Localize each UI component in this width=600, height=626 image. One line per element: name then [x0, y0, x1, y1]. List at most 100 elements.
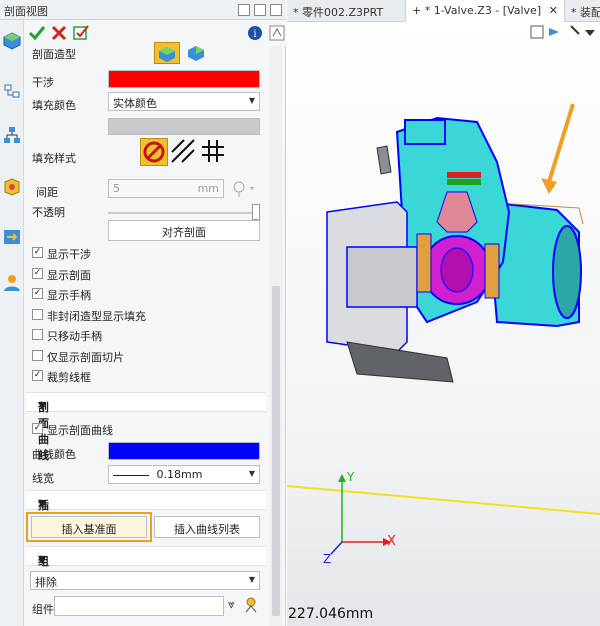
panel-scrollbar[interactable] — [270, 46, 282, 626]
hatch-icon — [171, 139, 195, 163]
opacity-label: 不透明 — [32, 206, 65, 219]
component-mode-dropdown[interactable]: 排除 ▼ — [30, 571, 260, 590]
tab-label: * 1-Valve.Z3 - [Valve] — [424, 4, 542, 17]
axis-triad — [330, 474, 391, 555]
option-checkbox[interactable]: ✓ — [32, 288, 43, 299]
part-icon[interactable] — [1, 176, 23, 198]
chevron-down-icon: ▼ — [248, 469, 255, 478]
spacing-unit: mm — [197, 182, 219, 195]
double-chevron-down-icon[interactable]: ⩔ — [228, 597, 235, 612]
half-cube-icon — [159, 47, 175, 62]
option-checkbox[interactable] — [32, 349, 43, 361]
interference-label: 干涉 — [32, 76, 54, 89]
help-icon[interactable] — [268, 24, 286, 42]
line-width-value: 0.18mm — [156, 468, 203, 481]
cube-icon[interactable] — [1, 30, 23, 52]
curve-color-picker[interactable] — [108, 442, 260, 460]
grid-icon — [202, 140, 224, 162]
option-checkbox[interactable]: ✓ — [32, 247, 43, 258]
section-shape-label: 剖面造型 — [32, 48, 76, 61]
check-icon[interactable] — [28, 24, 46, 42]
line-sample — [113, 474, 149, 476]
spacing-label: 间距 — [36, 186, 58, 199]
axis-z-label: Z — [323, 552, 332, 566]
apply-icon[interactable] — [72, 24, 90, 42]
interference-color-picker[interactable] — [108, 70, 260, 88]
close-panel-button[interactable] — [270, 4, 282, 16]
info-icon[interactable]: i — [246, 24, 264, 42]
insert-section-header[interactable]: ▼ 插入 — [26, 490, 266, 528]
no-fill-icon — [143, 141, 165, 163]
component-input[interactable] — [54, 596, 224, 616]
hierarchy-icon[interactable] — [1, 124, 23, 146]
pick-component-icon[interactable] — [242, 596, 260, 614]
valve-model[interactable] — [326, 116, 584, 383]
section-shape-half-button[interactable] — [154, 42, 180, 64]
option-label: 显示剖面 — [47, 268, 91, 282]
cancel-icon[interactable] — [50, 24, 68, 42]
tab-part002[interactable]: * 零件002.Z3PRT — [287, 0, 389, 22]
chevron-down-icon: ▼ — [248, 575, 255, 584]
option-checkbox[interactable] — [32, 329, 43, 340]
line-width-label: 线宽 — [32, 472, 54, 485]
show-curve-checkbox[interactable]: ✓ — [32, 423, 43, 434]
option-checkbox[interactable]: ✓ — [32, 267, 43, 279]
viewport-canvas — [287, 25, 600, 555]
line-width-dropdown[interactable]: 0.18mm ▼ — [108, 465, 260, 484]
section-shape-full-button[interactable] — [184, 42, 210, 64]
show-curve-label: 显示剖面曲线 — [47, 424, 113, 437]
annotation-arrow — [541, 103, 575, 194]
tree-icon[interactable] — [1, 82, 23, 104]
curve-color-label: 曲线颜色 — [32, 448, 76, 461]
fill-color-label: 填充颜色 — [32, 99, 76, 112]
opacity-slider-track[interactable] — [108, 212, 254, 214]
fill-color-value: 实体颜色 — [113, 97, 157, 110]
tab-assembly[interactable]: * 装配0 — [565, 0, 600, 22]
pin-button[interactable] — [238, 4, 250, 16]
ground-line — [287, 485, 600, 515]
section-view-panel: 剖面视图 i 剖面造型 干涉 填充颜色 实体颜色 ▼ 填充样式 间距 5 mm … — [0, 0, 286, 626]
close-icon[interactable]: ✕ — [549, 4, 558, 17]
fill-style-none-button[interactable] — [140, 138, 168, 166]
tab-label: * 装配0 — [571, 6, 600, 19]
user-icon[interactable] — [1, 272, 23, 294]
svg-text:i: i — [253, 29, 256, 40]
option-checkbox[interactable] — [32, 308, 43, 320]
view-toolbar[interactable] — [530, 25, 595, 39]
align-section-button[interactable]: 对齐剖面 — [108, 220, 260, 241]
fill-color-swatch[interactable] — [108, 118, 260, 135]
insert-curve-list-button[interactable]: 插入曲线列表 — [154, 516, 260, 538]
component-section-header[interactable]: ▼ 组件 — [26, 546, 266, 584]
chevron-down-icon: ▼ — [248, 96, 255, 105]
plus-icon: + — [412, 4, 425, 17]
spacing-value: 5 — [113, 182, 120, 195]
spacing-input[interactable]: 5 mm — [108, 179, 224, 198]
restore-button[interactable] — [254, 4, 266, 16]
panel-title-bar: 剖面视图 — [0, 0, 286, 20]
import-icon[interactable] — [1, 226, 23, 248]
fill-style-label: 填充样式 — [32, 152, 76, 165]
document-tabs: * 零件002.Z3PRT + * 1-Valve.Z3 - [Valve] ✕… — [287, 0, 600, 22]
fill-color-dropdown[interactable]: 实体颜色 ▼ — [108, 92, 260, 111]
distance-readout: 227.046mm — [288, 606, 374, 622]
fill-style-grid-button[interactable] — [200, 138, 228, 166]
scrollbar-thumb[interactable] — [272, 286, 280, 616]
cube-section-icon — [188, 46, 204, 61]
tab-valve[interactable]: + * 1-Valve.Z3 - [Valve] ✕ — [405, 0, 565, 22]
3d-viewport[interactable]: Y X Z — [287, 22, 600, 626]
option-checkbox[interactable]: ✓ — [32, 370, 43, 381]
fill-style-hatch-button[interactable] — [170, 138, 198, 166]
spacing-options-icon[interactable] — [230, 179, 258, 198]
axis-y-label: Y — [347, 470, 355, 484]
component-mode-value: 排除 — [35, 576, 57, 589]
panel-title: 剖面视图 — [4, 5, 48, 18]
option-label: 只移动手柄 — [47, 330, 102, 343]
panel-content: 剖面造型 干涉 填充颜色 实体颜色 ▼ 填充样式 间距 5 mm 不透明 对齐剖… — [26, 42, 266, 626]
option-label: 仅显示剖面切片 — [47, 350, 124, 364]
option-label: 裁剪线框 — [47, 371, 91, 384]
option-label: 非封闭造型显示填充 — [47, 309, 146, 323]
option-label: 显示手柄 — [47, 289, 91, 302]
insert-plane-button[interactable]: 插入基准面 — [31, 516, 147, 538]
opacity-slider-thumb[interactable] — [252, 204, 260, 220]
curve-section-header[interactable]: ▼ 剖面曲线 — [26, 392, 266, 462]
